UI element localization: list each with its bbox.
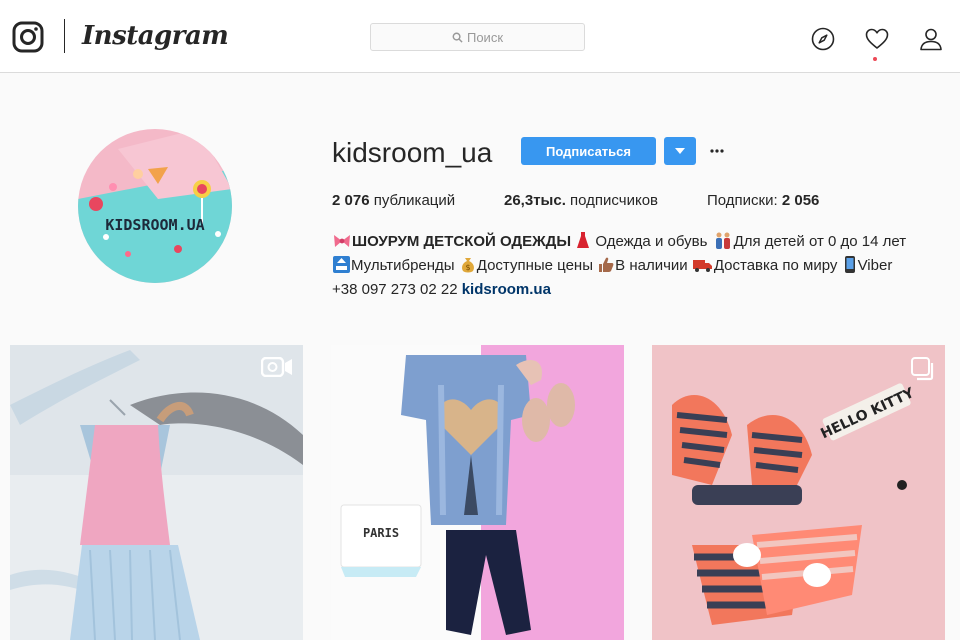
post-image-pink-top-tulle-skirt xyxy=(10,345,303,640)
posts-count-value: 2 076 xyxy=(332,192,370,209)
bio-line-1: ШОУРУМ ДЕТСКОЙ ОДЕЖДЫ Одежда и обувь Для… xyxy=(332,230,906,254)
followers-count-value: 26,3тыс. xyxy=(504,192,566,209)
activity-notification-dot xyxy=(873,57,877,61)
posts-count: 2 076 публикаций xyxy=(332,191,455,211)
following-count[interactable]: Подписки: 2 056 xyxy=(707,191,819,211)
instagram-wordmark[interactable]: Instagram xyxy=(82,18,229,54)
mobile-phone-icon xyxy=(844,256,855,273)
ribbon-bow-icon xyxy=(334,235,350,247)
following-count-label: Подписки: xyxy=(707,192,778,209)
bio-age-text: Для детей от 0 до 14 лет xyxy=(733,233,907,250)
family-icon xyxy=(715,232,730,249)
top-arrow-icon xyxy=(333,256,350,273)
post-image-eiffel-tshirt-leggings: PARIS xyxy=(331,345,624,640)
video-camera-icon xyxy=(261,357,292,377)
bio-multibrand-text: Мультибренды xyxy=(351,257,459,274)
search-placeholder: Поиск xyxy=(466,29,504,45)
instagram-glyph-icon[interactable] xyxy=(12,21,44,53)
profile-person-icon[interactable] xyxy=(919,27,943,51)
carousel-icon xyxy=(911,357,934,381)
follow-button[interactable]: Подписаться xyxy=(521,137,656,165)
post-thumbnail-2[interactable]: PARIS xyxy=(331,345,624,640)
bio-line-3: +38 097 273 02 22 kidsroom.ua xyxy=(332,278,551,302)
posts-count-label: публикаций xyxy=(373,192,456,209)
logo-divider xyxy=(64,19,65,53)
avatar-image: KIDSROOM.UA xyxy=(78,129,232,283)
following-count-value: 2 056 xyxy=(781,192,820,209)
post-sign-text: PARIS xyxy=(363,526,399,540)
top-navigation-bar: Instagram Поиск xyxy=(0,0,960,73)
ellipsis-icon xyxy=(710,149,724,153)
post-thumbnail-3[interactable]: HELLO KITTY xyxy=(652,345,945,640)
avatar-logo-text: KIDSROOM.UA xyxy=(105,216,204,234)
bio-website-link[interactable]: kidsroom.ua xyxy=(462,281,551,298)
bio-clothing-text: Одежда и обувь xyxy=(591,233,712,250)
activity-heart-icon[interactable] xyxy=(865,27,889,51)
money-bag-icon: $ xyxy=(461,258,474,273)
suggested-dropdown-button[interactable] xyxy=(664,137,696,165)
explore-compass-icon[interactable] xyxy=(811,27,835,51)
search-icon xyxy=(452,32,463,43)
profile-username: kidsroom_ua xyxy=(332,137,493,168)
thumbs-up-icon xyxy=(599,257,614,272)
search-input[interactable]: Поиск xyxy=(370,23,585,51)
delivery-truck-icon xyxy=(692,260,712,272)
post-thumbnail-1[interactable] xyxy=(10,345,303,640)
dress-icon xyxy=(577,232,590,248)
bio-title: ШОУРУМ ДЕТСКОЙ ОДЕЖДЫ xyxy=(352,233,572,250)
caret-down-icon xyxy=(675,148,685,154)
bio-viber-text: Viber xyxy=(857,257,893,274)
bio-line-2: Мультибренды $ Доступные цены В наличии … xyxy=(332,254,892,278)
profile-avatar[interactable]: KIDSROOM.UA xyxy=(78,129,232,283)
bio-in-stock-text: В наличии xyxy=(615,257,692,274)
bio-delivery-text: Доставка по миру xyxy=(713,257,842,274)
post-image-swimsuit-hello-kitty: HELLO KITTY xyxy=(652,345,945,640)
followers-count-label: подписчиков xyxy=(570,192,659,209)
svg-text:$: $ xyxy=(465,263,470,272)
followers-count[interactable]: 26,3тыс. подписчиков xyxy=(504,191,658,211)
more-options-button[interactable] xyxy=(708,137,726,165)
bio-prices-text: Доступные цены xyxy=(476,257,598,274)
bio-phone: +38 097 273 02 22 xyxy=(332,281,462,298)
